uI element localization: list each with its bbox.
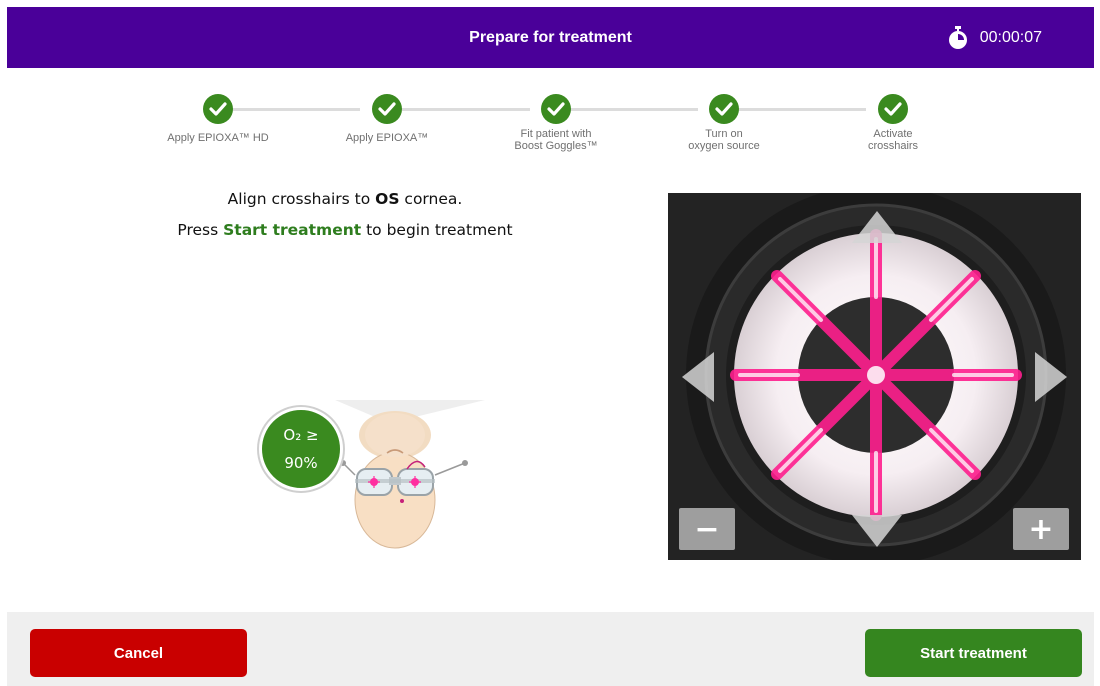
step-activate-crosshairs: Activate crosshairs <box>823 94 963 152</box>
cancel-button[interactable]: Cancel <box>30 629 247 677</box>
instruction-line-1: Align crosshairs to OS cornea. <box>227 190 463 208</box>
step-label: Fit patient with <box>520 128 592 140</box>
zoom-out-button[interactable]: − <box>679 508 735 550</box>
progress-steps: Apply EPIOXA™ HD Apply EPIOXA™ Fit patie… <box>0 90 1100 170</box>
zoom-in-button[interactable]: + <box>1013 508 1069 550</box>
oxygen-level-badge: O₂ ≥ 90% <box>259 407 343 491</box>
check-icon <box>372 94 402 124</box>
check-icon <box>878 94 908 124</box>
crosshair-image <box>668 193 1081 560</box>
camera-view[interactable]: − + <box>668 193 1081 560</box>
stopwatch-icon <box>948 25 968 50</box>
step-apply-epioxa: Apply EPIOXA™ <box>317 94 457 144</box>
arrow-up-icon[interactable] <box>852 211 902 243</box>
step-apply-epioxa-hd: Apply EPIOXA™ HD <box>148 94 288 144</box>
eye-label: OS <box>375 190 400 208</box>
start-treatment-button[interactable]: Start treatment <box>865 629 1082 677</box>
header-bar: Prepare for treatment 00:00:07 <box>7 7 1094 68</box>
step-label-line2: Boost Goggles™ <box>514 140 598 152</box>
check-icon <box>203 94 233 124</box>
step-label: Turn on <box>705 128 743 140</box>
page-title: Prepare for treatment <box>469 29 632 46</box>
step-fit-goggles: Fit patient with Boost Goggles™ <box>486 94 626 152</box>
treatment-timer: 00:00:07 <box>948 7 1042 68</box>
step-label: Apply EPIOXA™ <box>345 132 429 144</box>
instruction-line-2: Press Start treatment to begin treatment <box>177 221 513 239</box>
step-label-line2: crosshairs <box>867 140 919 152</box>
footer-bar: Cancel Start treatment <box>7 612 1094 686</box>
start-treatment-highlight: Start treatment <box>223 221 362 239</box>
app-window: Prepare for treatment 00:00:07 Apply EPI… <box>0 0 1100 686</box>
patient-illustration: O₂ ≥ 90% <box>255 395 495 555</box>
check-icon <box>541 94 571 124</box>
arrow-down-icon[interactable] <box>852 515 902 547</box>
step-label: Activate <box>873 128 913 140</box>
check-icon <box>709 94 739 124</box>
step-label-line2: oxygen source <box>688 140 760 152</box>
arrow-right-icon[interactable] <box>1035 352 1067 402</box>
step-label: Apply EPIOXA™ HD <box>167 132 269 144</box>
oxygen-label: O₂ ≥ <box>283 426 319 444</box>
oxygen-value: 90% <box>284 454 318 472</box>
step-turn-on-oxygen: Turn on oxygen source <box>654 94 794 152</box>
timer-value: 00:00:07 <box>979 28 1042 46</box>
arrow-left-icon[interactable] <box>682 352 714 402</box>
